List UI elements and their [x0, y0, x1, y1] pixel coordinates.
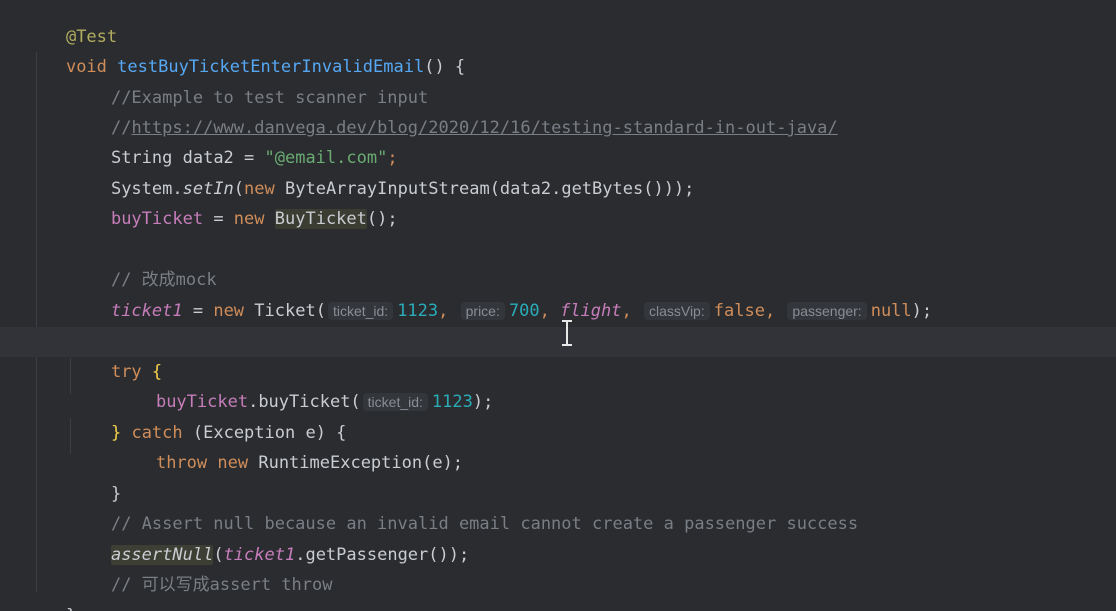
code-line[interactable]: System.setIn(new ByteArrayInputStream(da…: [0, 144, 1116, 199]
number-literal: 1123: [397, 301, 439, 321]
code-line[interactable]: assertNull(ticket1.getPassenger());: [0, 510, 1116, 565]
param-hint-ticket-id: ticket_id:: [327, 302, 394, 320]
code-line[interactable]: buyTicket = new BuyTicket();: [0, 174, 1116, 229]
param-hint-passenger: passenger:: [787, 302, 867, 320]
keyword-new: new: [233, 209, 265, 229]
text-cursor-icon: [562, 320, 572, 346]
code-line[interactable]: //https://www.danvega.dev/blog/2020/12/1…: [0, 83, 1116, 138]
call-end: );: [911, 301, 933, 321]
code-line[interactable]: String data2 = "@email.com";: [0, 113, 1116, 168]
code-line[interactable]: // Assert null because an invalid email …: [0, 479, 1116, 534]
var-flight: flight: [560, 301, 622, 321]
code-editor[interactable]: @Test void testBuyTicketEnterInvalidEmai…: [0, 0, 1116, 611]
code-line[interactable]: }: [0, 571, 1116, 611]
code-line[interactable]: buyTicket.buyTicket(ticket_id: 1123);: [0, 357, 1116, 412]
code-line[interactable]: throw new RuntimeException(e);: [0, 418, 1116, 473]
param-hint-classvip: classVip:: [643, 302, 710, 320]
null-literal: null: [870, 301, 912, 321]
code-line[interactable]: // 改成mock: [0, 235, 1116, 290]
code-line[interactable]: void testBuyTicketEnterInvalidEmail() {: [0, 22, 1116, 77]
call-end: ();: [366, 209, 398, 229]
boolean-literal: false: [713, 301, 765, 321]
brace-close: }: [41, 606, 76, 611]
assign: =: [182, 301, 214, 321]
code-line[interactable]: } catch (Exception e) {: [0, 388, 1116, 443]
code-line-current[interactable]: try {: [0, 327, 1116, 382]
code-line[interactable]: }: [0, 449, 1116, 504]
class-buyticket: BuyTicket: [274, 209, 367, 229]
code-line[interactable]: //Example to test scanner input: [0, 53, 1116, 108]
keyword-new: new: [213, 301, 245, 321]
param-hint-price: price:: [460, 302, 505, 320]
number-literal: 700: [508, 301, 540, 321]
code-line[interactable]: @Test: [0, 0, 1116, 47]
code-line[interactable]: // 可以写成assert throw: [0, 540, 1116, 595]
class-ticket: Ticket(: [244, 301, 326, 321]
code-line[interactable]: ticket1 = new Ticket(ticket_id: 1123, pri…: [0, 266, 1116, 321]
field-ticket1: ticket1: [110, 301, 183, 321]
field-buyticket: buyTicket: [110, 209, 204, 229]
assign: =: [203, 209, 234, 229]
